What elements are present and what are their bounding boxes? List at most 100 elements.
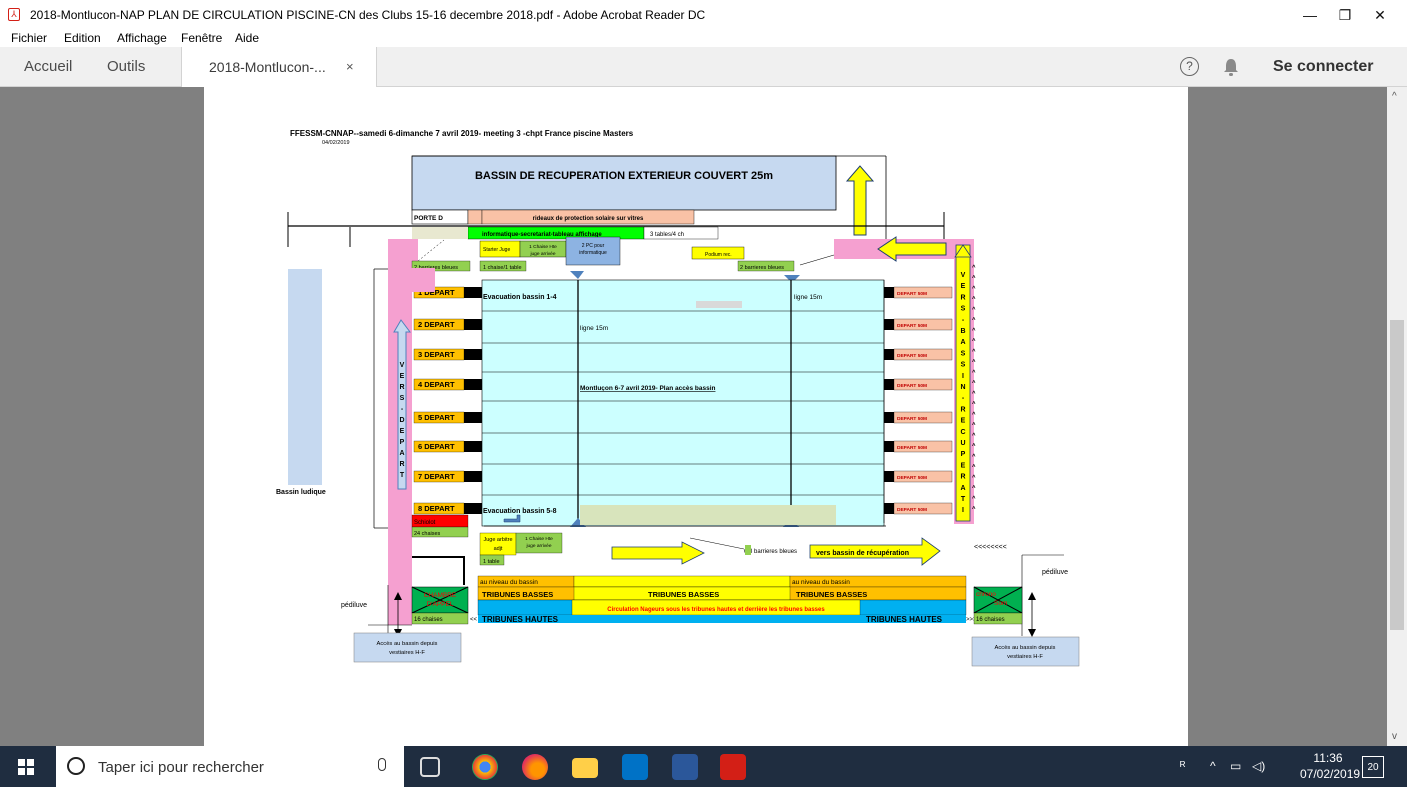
right-arrow-icon [611,541,705,565]
appel-label: D'APPEL [427,601,454,608]
podium-label: Podium rec. [705,252,732,258]
chevron-mark: ^ [972,307,976,313]
pc-label: 2 PC pour [582,243,605,249]
outlook-icon[interactable] [622,754,648,780]
som-label: Som [994,600,1007,607]
vers-bassin-letter: E [961,283,966,290]
scroll-down-icon[interactable]: v [1392,731,1397,742]
vers-bassin-letter: T [961,496,966,503]
recovery-pool-label: BASSIN DE RECUPERATION EXTERIEUR COUVERT… [475,170,773,182]
circulation-label: Circulation Nageurs sous les tribunes ha… [607,607,825,613]
depart-label: 2 DEPART [418,320,455,329]
microphone-icon[interactable] [378,758,386,771]
vers-recup-label: vers bassin de récupération [816,550,909,557]
vers-bassin-letter: P [961,451,966,458]
task-view-icon[interactable] [420,757,440,777]
doc-heading: FFESSM-CNNAP--samedi 6-dimanche 7 avril … [290,129,634,138]
volume-icon[interactable]: ◁) [1252,759,1265,773]
chaises-16-left: 16 chaises [414,617,443,623]
adjt-label: adjt [494,546,503,552]
close-button[interactable]: ✕ [1365,4,1395,26]
vers-bassin-letter: V [961,272,966,279]
chevron-mark: ^ [972,433,976,439]
chevron-mark: ^ [972,276,976,282]
chevron-mark: ^ [972,496,976,502]
pdf-page: text { font-family: "Liberation Sans", s… [204,87,1188,746]
depart50-label: DEPART 50M [897,383,927,389]
vers-bassin-letter: S [961,350,966,357]
window-title: 2018-Montlucon-NAP PLAN DE CIRCULATION P… [30,8,706,22]
pediluve-right-label: pédiluve [1042,569,1068,576]
chevron-mark: ^ [972,339,976,345]
niveau-label-2: au niveau du bassin [792,579,850,586]
chaise-hte-label: 1 Chaise Hte [529,244,557,250]
depart50-label: DEPART 50M [897,445,927,451]
clock[interactable]: 11:36 07/02/2019 [1300,750,1360,782]
battery-icon[interactable]: ▭ [1230,759,1241,773]
doc-date: 04/02/2019 [322,140,350,146]
pc-label-2: informatique [579,250,607,256]
ligne15-label-2: ligne 15m [794,294,822,301]
word-icon[interactable] [672,754,698,780]
bell-icon[interactable] [1223,57,1239,77]
minimize-button[interactable]: — [1295,4,1325,26]
vertical-scrollbar[interactable]: ^ v [1387,87,1407,746]
tab-accueil[interactable]: Accueil [24,58,72,75]
starter-label: Starter Juge [483,247,510,253]
chevron-mark: ^ [972,412,976,418]
svg-text:TRIBUNES HAUTES: TRIBUNES HAUTES [866,615,943,624]
chevron-mark: ^ [972,370,976,376]
acrobat-taskbar-icon[interactable] [720,754,746,780]
help-icon[interactable]: ? [1180,57,1199,76]
menu-fenetre[interactable]: Fenêtre [181,31,222,45]
tribunes-basses-1: TRIBUNES BASSES [482,590,553,599]
tray-chevron-icon[interactable]: ^ [1210,759,1216,773]
chevron-mark: ^ [972,423,976,429]
restore-button[interactable]: ❐ [1330,4,1360,26]
vers-depart-letter: P [400,439,405,446]
depart-label: 6 DEPART [418,442,455,451]
vers-bassin-letter: N [960,384,965,391]
menu-fichier[interactable]: Fichier [11,31,47,45]
niveau-label-1: au niveau du bassin [480,579,538,586]
windows-start-icon[interactable] [18,759,34,775]
tab-outils[interactable]: Outils [107,58,145,75]
vers-bassin-letter: I [962,373,964,380]
notification-icon[interactable]: 20 [1362,756,1384,778]
bassin-ludique-label: Bassin ludique [276,489,326,496]
vers-depart-letter: R [399,384,404,391]
lt-label: << [470,617,478,623]
scroll-thumb[interactable] [1390,320,1404,630]
tab-close-icon[interactable]: × [346,59,354,74]
chevron-mark: ^ [972,265,976,271]
acces-label-left: Accès au bassin depuis [377,641,438,647]
porte-d-label: PORTE D [414,215,443,222]
chevron-mark: ^ [972,465,976,471]
sign-in-button[interactable]: Se connecter [1273,58,1373,76]
depart50-label: DEPART 50M [897,475,927,481]
chevron-mark: ^ [972,454,976,460]
juge-arrivee-label: juge arrivée [529,251,555,257]
tab-bar: Accueil Outils 2018-Montlucon-... × ? Se… [0,47,1407,87]
depart-label: 3 DEPART [418,350,455,359]
people-icon[interactable]: ᴿ [1180,759,1185,773]
barrieres-68-label: 6/8 barrieres bleues [744,549,797,555]
svg-text:TRIBUNES HAUTES: TRIBUNES HAUTES [482,615,559,624]
menu-affichage[interactable]: Affichage [117,31,167,45]
tribunes-basses-2: TRIBUNES BASSES [648,590,719,599]
firefox-icon[interactable] [522,754,548,780]
depart-label: 8 DEPART [418,504,455,513]
chevron-mark: ^ [972,297,976,303]
menu-aide[interactable]: Aide [235,31,259,45]
menu-edition[interactable]: Edition [64,31,101,45]
scroll-up-icon[interactable]: ^ [1392,91,1397,102]
vers-depart-letter: A [399,450,404,457]
tab-document-label: 2018-Montlucon-... [209,59,326,75]
acrobat-icon: ⅄ [8,8,20,21]
vers-bassin-letter: R [960,294,965,301]
chrome-icon[interactable] [472,754,498,780]
acces-label-left-2: vestiaires H-F [389,650,425,656]
tab-document[interactable]: 2018-Montlucon-... × [181,47,377,87]
taskbar-search-box[interactable]: Taper ici pour rechercher [56,746,404,787]
file-explorer-icon[interactable] [572,758,598,778]
